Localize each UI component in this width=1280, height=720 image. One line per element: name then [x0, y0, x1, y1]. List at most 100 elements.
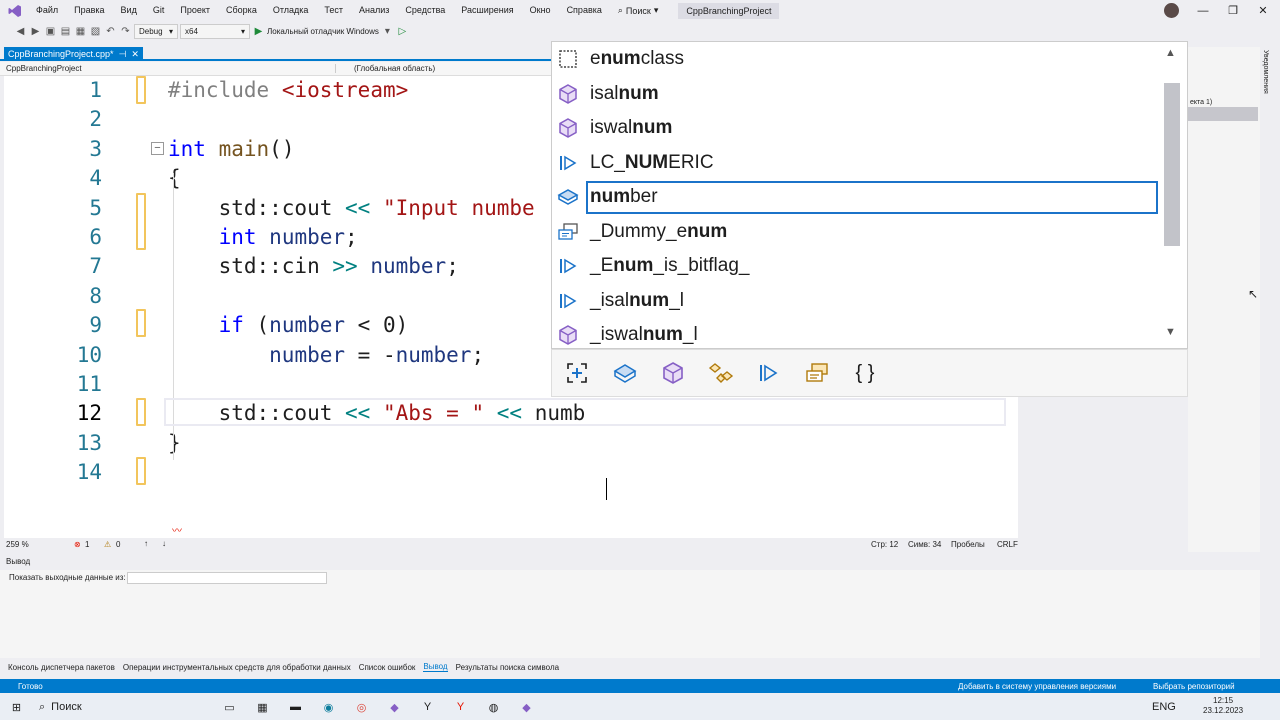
bottom-tab[interactable]: Список ошибок: [359, 663, 416, 672]
chevron-down-icon: ▾: [240, 26, 245, 36]
error-icon[interactable]: ⊗: [74, 540, 81, 549]
yandex-browser-icon[interactable]: Y: [444, 694, 477, 720]
zoom-level[interactable]: 259 %: [6, 540, 29, 549]
scroll-down-icon[interactable]: ▼: [1165, 326, 1176, 338]
autocomplete-item[interactable]: _isalnum_l: [552, 284, 1162, 318]
avatar[interactable]: [1164, 3, 1179, 18]
save-icon[interactable]: ▦: [74, 25, 87, 38]
autocomplete-item[interactable]: _iswalnum_l: [552, 318, 1162, 352]
project-dropdown[interactable]: CppBranchingProject: [6, 64, 336, 73]
selected-tree-item[interactable]: [1188, 107, 1258, 121]
enum-filter-icon[interactable]: [804, 360, 830, 386]
menu-item[interactable]: Тест: [316, 0, 351, 21]
bottom-tab[interactable]: Результаты поиска символа: [456, 663, 559, 672]
visual-studio-icon[interactable]: ◆: [378, 694, 411, 720]
line-number: Стр: 12: [871, 540, 899, 549]
arrow-down-icon[interactable]: ↓: [162, 539, 166, 548]
menu-item[interactable]: Вид: [113, 0, 145, 21]
visual-studio-logo-icon[interactable]: [8, 4, 22, 18]
menu-item[interactable]: Git: [145, 0, 173, 21]
code-line[interactable]: 13}: [4, 429, 1018, 458]
select-repository[interactable]: Выбрать репозиторий: [1153, 682, 1235, 691]
menu-item[interactable]: Файл: [28, 0, 66, 21]
clock[interactable]: 12:15 23.12.2023: [1203, 696, 1243, 716]
menu-item[interactable]: Сборка: [218, 0, 265, 21]
config-dropdown[interactable]: Debug ▾: [134, 23, 178, 39]
back-icon[interactable]: ◀: [14, 25, 27, 38]
save-all-icon[interactable]: ▧: [89, 25, 102, 38]
navigation-bar: CppBranchingProject (Глобальная область): [0, 62, 552, 76]
redo-icon[interactable]: ↷: [119, 25, 132, 38]
autocomplete-item[interactable]: _Dummy_enum: [552, 215, 1162, 249]
code-text: #include <iostream>: [168, 78, 409, 102]
start-debugging-icon[interactable]: ▶: [252, 25, 265, 38]
autocomplete-item[interactable]: number: [552, 180, 1162, 214]
menu-item[interactable]: Правка: [66, 0, 112, 21]
menu-item[interactable]: Окно: [522, 0, 559, 21]
add-to-source-control[interactable]: Добавить в систему управления версиями: [958, 682, 1116, 691]
type-filter-icon[interactable]: [708, 360, 734, 386]
line-endings[interactable]: CRLF: [997, 540, 1018, 549]
obs-icon[interactable]: ◍: [477, 694, 510, 720]
variable-filter-icon[interactable]: [612, 360, 638, 386]
menu-item[interactable]: Отладка: [265, 0, 317, 21]
warning-icon[interactable]: ⚠: [104, 540, 111, 549]
language-indicator[interactable]: ENG: [1152, 701, 1176, 713]
chevron-down-icon[interactable]: ▾: [381, 25, 394, 38]
autocomplete-scrollbar[interactable]: [1164, 83, 1180, 246]
platform-dropdown[interactable]: x64 ▾: [180, 23, 250, 39]
namespace-filter-icon[interactable]: [564, 360, 590, 386]
search-icon: ⌕: [39, 700, 46, 713]
macro-filter-icon[interactable]: [756, 360, 782, 386]
task-view-icon[interactable]: ▭: [213, 694, 246, 720]
tab-cppbranchingproject[interactable]: CppBranchingProject.cpp* ⊣ ✕: [4, 47, 143, 61]
minimize-button[interactable]: —: [1188, 0, 1218, 21]
notifications-tab[interactable]: Уведомления: [1262, 50, 1269, 94]
menu-item[interactable]: Справка: [559, 0, 610, 21]
menu-item[interactable]: Расширения: [453, 0, 521, 21]
close-window-button[interactable]: ✕: [1248, 0, 1278, 21]
bottom-tab[interactable]: Операции инструментальных средств для об…: [123, 663, 351, 672]
indentation[interactable]: Пробелы: [951, 540, 985, 549]
maximize-button[interactable]: ❐: [1218, 0, 1248, 21]
arrow-up-icon[interactable]: ↑: [144, 539, 148, 548]
code-line[interactable]: 14: [4, 458, 1018, 487]
taskbar-search[interactable]: ⌕ Поиск: [33, 701, 213, 714]
menu-item[interactable]: Средства: [397, 0, 453, 21]
undo-icon[interactable]: ↶: [104, 25, 117, 38]
new-project-icon[interactable]: ▣: [44, 25, 57, 38]
close-icon[interactable]: ✕: [131, 49, 139, 60]
windows-start-icon[interactable]: ⊞: [0, 694, 33, 720]
search-menu[interactable]: ⌕ Поиск ▾: [610, 5, 667, 16]
open-folder-icon[interactable]: ▤: [59, 25, 72, 38]
autocomplete-item[interactable]: LC_NUMERIC: [552, 146, 1162, 180]
autocomplete-item[interactable]: iswalnum: [552, 111, 1162, 145]
forward-icon[interactable]: ▶: [29, 25, 42, 38]
store-icon[interactable]: ▦: [246, 694, 279, 720]
file-explorer-icon[interactable]: ▬: [279, 694, 312, 720]
yandex-icon[interactable]: Y: [411, 694, 444, 720]
snippet-filter-icon[interactable]: { }: [852, 360, 878, 386]
change-marker: [136, 457, 146, 485]
line-number: 6: [89, 225, 102, 249]
start-without-debugging-icon[interactable]: ▷: [396, 25, 409, 38]
menu-item[interactable]: Проект: [172, 0, 218, 21]
scope-dropdown[interactable]: (Глобальная область): [354, 64, 435, 73]
edge-icon[interactable]: ◉: [312, 694, 345, 720]
bottom-tab[interactable]: Вывод: [423, 662, 448, 672]
autocomplete-item[interactable]: isalnum: [552, 77, 1162, 111]
autocomplete-item[interactable]: enumclass: [552, 42, 1162, 76]
chrome-icon[interactable]: ◎: [345, 694, 378, 720]
autocomplete-item[interactable]: _Enum_is_bitflag_: [552, 249, 1162, 283]
collapse-icon[interactable]: −: [151, 142, 164, 155]
bottom-tab[interactable]: Консоль диспетчера пакетов: [8, 663, 115, 672]
visual-studio-active-icon[interactable]: ◆: [510, 694, 543, 720]
scroll-up-icon[interactable]: ▲: [1165, 47, 1176, 59]
code-text: if (number < 0): [218, 313, 409, 338]
output-source-dropdown[interactable]: [127, 572, 327, 584]
function-filter-icon[interactable]: [660, 360, 686, 386]
change-marker: [136, 309, 146, 337]
debugger-label[interactable]: Локальный отладчик Windows: [267, 27, 379, 36]
menu-item[interactable]: Анализ: [351, 0, 397, 21]
pin-icon[interactable]: ⊣: [119, 49, 127, 60]
